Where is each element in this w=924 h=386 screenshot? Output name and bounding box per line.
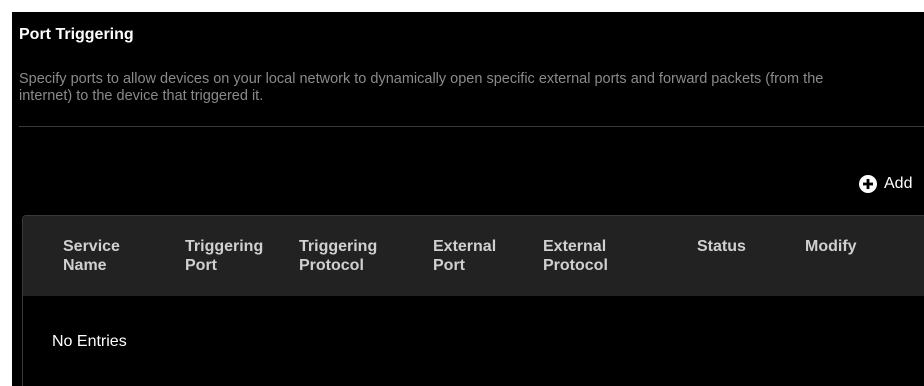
section-description: Specify ports to allow devices on your l…: [19, 71, 824, 104]
port-triggering-table: Service Name Triggering Port Triggering Pro…: [22, 215, 924, 386]
column-header-service-name: Service Name: [63, 238, 120, 274]
divider: [19, 126, 924, 127]
column-header-external-protocol: External Protocol: [543, 238, 608, 274]
table-header: Service Name Triggering Port Triggering Pro…: [23, 216, 924, 296]
column-header-status: Status: [697, 238, 746, 255]
empty-table-message: No Entries: [52, 333, 127, 350]
plus-circle-icon: [858, 174, 878, 194]
column-header-modify: Modify: [805, 238, 857, 255]
section-title: Port Triggering: [19, 26, 134, 43]
add-button-label: Add: [884, 175, 913, 192]
column-header-triggering-port: Triggering Port: [185, 238, 264, 274]
column-header-triggering-protocol: Triggering Protocol: [299, 238, 378, 274]
add-button[interactable]: Add: [858, 174, 912, 194]
port-triggering-panel: Port Triggering Specify ports to allow d…: [12, 12, 924, 386]
column-header-external-port: External Port: [433, 238, 497, 274]
